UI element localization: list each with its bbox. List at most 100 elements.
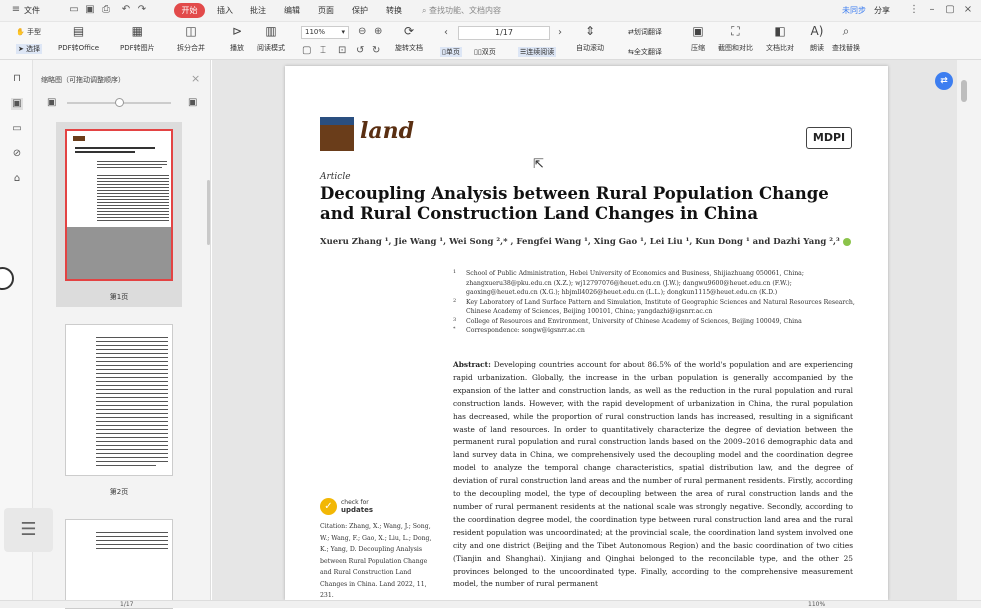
- status-zoom[interactable]: 110%: [808, 601, 825, 608]
- thumbnail-page-1[interactable]: 第1页: [56, 122, 182, 307]
- next-page-icon[interactable]: ›: [558, 27, 562, 38]
- citation: Citation: Zhang, X.; Wang, J.; Song, W.;…: [320, 523, 432, 599]
- stamp-icon[interactable]: ⌂: [11, 173, 23, 185]
- thumbnail-icon[interactable]: ▣: [11, 98, 23, 110]
- compress-button[interactable]: ▣ 压缩: [690, 24, 706, 53]
- split-merge-button[interactable]: ◫ 拆分合并: [177, 24, 205, 53]
- doc-compare-label: 文档比对: [766, 44, 794, 52]
- orcid-icon[interactable]: [842, 237, 851, 246]
- menu-icon[interactable]: ≡: [10, 4, 22, 16]
- zoom-small-icon[interactable]: ▣: [47, 97, 56, 108]
- close-icon[interactable]: ×: [962, 4, 974, 16]
- abstract-text: Developing countries account for about 8…: [453, 360, 853, 589]
- single-page-button[interactable]: ▯单页: [440, 47, 462, 57]
- tab-page[interactable]: 页面: [318, 5, 334, 16]
- mouse-cursor-icon: ⇱: [533, 157, 544, 172]
- play-button[interactable]: ⊳ 播放: [229, 24, 245, 53]
- sync-status[interactable]: 未同步: [842, 5, 866, 16]
- share-button[interactable]: 分享: [874, 5, 890, 16]
- doc-compare-button[interactable]: ◧ 文档比对: [766, 24, 794, 53]
- play-icon: ⊳: [231, 24, 243, 38]
- navigation-menu-icon[interactable]: ☰: [4, 508, 53, 552]
- double-page-icon: ▯▯: [474, 48, 482, 56]
- screenshot-compare-button[interactable]: ⛶ 截图和对比: [718, 24, 753, 53]
- fit-page-icon[interactable]: ▢: [302, 45, 311, 56]
- maximize-icon[interactable]: ▢: [944, 4, 956, 16]
- full-translate-button[interactable]: ⇆全文翻译: [628, 47, 662, 57]
- thumbnail-page-2[interactable]: 第2页: [56, 317, 182, 502]
- zoom-select[interactable]: 110% ▾: [301, 26, 349, 39]
- comment-icon[interactable]: ▭: [11, 123, 23, 135]
- zoom-in-icon[interactable]: ⊕: [374, 26, 382, 37]
- auto-scroll-button[interactable]: ⇕ 自动滚动: [576, 24, 604, 53]
- document-scrollbar[interactable]: [961, 80, 967, 102]
- affiliation-text: Correspondence: songw@igsnrr.ac.cn: [466, 327, 585, 334]
- read-mode-label: 阅读模式: [257, 44, 285, 52]
- thumbnail-panel: 缩略图（可拖动调整顺序） × ▣ ▣ 第1页 第2页: [33, 60, 211, 609]
- thumbnail-scrollbar[interactable]: [207, 180, 210, 245]
- close-icon[interactable]: ×: [191, 72, 200, 85]
- select-tool[interactable]: ➤ 选择: [16, 44, 43, 54]
- tab-start[interactable]: 开始: [174, 3, 205, 18]
- slider-handle[interactable]: [115, 98, 124, 107]
- pdf-to-office-button[interactable]: ▤ PDF转Office: [58, 24, 99, 53]
- land-journal-logo: [320, 117, 354, 151]
- affiliation-text: School of Public Administration, Hebei U…: [466, 270, 804, 296]
- tab-insert[interactable]: 插入: [217, 5, 233, 16]
- pdf-office-icon: ▤: [72, 24, 85, 38]
- double-page-button[interactable]: ▯▯双页: [474, 47, 496, 57]
- pdf-to-office-label: PDF转Office: [58, 44, 100, 52]
- zoom-large-icon[interactable]: ▣: [188, 97, 197, 108]
- rotate-right-icon[interactable]: ↻: [372, 45, 380, 56]
- affiliation-number: 3: [453, 316, 457, 323]
- read-aloud-label: 朗读: [810, 44, 824, 52]
- more-icon[interactable]: ⋮: [908, 4, 920, 16]
- fit-width-icon[interactable]: ⌶: [320, 45, 326, 56]
- attachment-icon[interactable]: ⊘: [11, 148, 23, 160]
- thumbnail-image: [65, 129, 173, 281]
- check-for-updates-badge[interactable]: ✓ check for updates: [320, 498, 390, 518]
- page-number-input[interactable]: 1/17: [458, 26, 550, 40]
- rotate-document-button[interactable]: ⟳ 旋转文档: [395, 24, 423, 53]
- hand-tool[interactable]: ✋ 手型: [16, 27, 41, 37]
- status-page[interactable]: 1/17: [120, 601, 133, 608]
- journal-name: land: [360, 118, 414, 144]
- tab-protect[interactable]: 保护: [352, 5, 368, 16]
- rotate-left-icon[interactable]: ↺: [356, 45, 364, 56]
- prev-page-icon[interactable]: ‹: [444, 27, 448, 38]
- folder-icon[interactable]: ▭: [68, 4, 80, 16]
- read-aloud-button[interactable]: A) 朗读: [809, 24, 825, 53]
- toolbar: ✋ 手型 ➤ 选择 ▤ PDF转Office ▦ PDF转图片 ◫ 拆分合并 ⊳ 播放 …: [0, 22, 981, 60]
- thumbnail-page-3[interactable]: [56, 512, 182, 609]
- read-mode-button[interactable]: ▥ 阅读模式: [257, 24, 285, 53]
- undo-icon[interactable]: ↶: [120, 4, 132, 16]
- assistant-icon[interactable]: ⇄: [935, 72, 953, 90]
- bookmark-icon[interactable]: ⊓: [11, 73, 23, 85]
- print-icon[interactable]: ⎙: [100, 4, 112, 16]
- save-icon[interactable]: ▣: [84, 4, 96, 16]
- affiliations: 1 School of Public Administration, Hebei …: [453, 269, 863, 336]
- abstract: Abstract: Developing countries account f…: [453, 359, 853, 591]
- menu-file[interactable]: 文件: [24, 5, 40, 16]
- translate-word-button[interactable]: ⇄划词翻译: [628, 27, 662, 37]
- right-rail: [957, 60, 981, 600]
- minimize-icon[interactable]: –: [926, 4, 938, 16]
- actual-size-icon[interactable]: ⊡: [338, 45, 346, 56]
- zoom-out-icon[interactable]: ⊖: [358, 26, 366, 37]
- affiliation-item: 3 College of Resources and Environment, U…: [453, 317, 863, 327]
- pdf-to-image-button[interactable]: ▦ PDF转图片: [120, 24, 155, 53]
- continuous-read-button[interactable]: ☰连续阅读: [518, 47, 557, 57]
- tab-edit[interactable]: 编辑: [284, 5, 300, 16]
- affiliation-item: * Correspondence: songw@igsnrr.ac.cn: [453, 326, 863, 336]
- rotate-doc-icon: ⟳: [403, 24, 415, 38]
- translate-label: 划词翻译: [633, 28, 662, 36]
- search-input[interactable]: ⌕ 查找功能、文档内容: [422, 5, 501, 16]
- thumbnail-image: [65, 519, 173, 609]
- affiliation-number: *: [453, 326, 456, 332]
- find-replace-button[interactable]: ⌕ 查找替换: [832, 24, 860, 53]
- tab-annotate[interactable]: 批注: [250, 5, 266, 16]
- redo-icon[interactable]: ↷: [136, 4, 148, 16]
- thumbnail-panel-title: 缩略图（可拖动调整顺序）: [41, 76, 125, 84]
- compare-icon: ◧: [774, 24, 786, 38]
- tab-convert[interactable]: 转换: [386, 5, 402, 16]
